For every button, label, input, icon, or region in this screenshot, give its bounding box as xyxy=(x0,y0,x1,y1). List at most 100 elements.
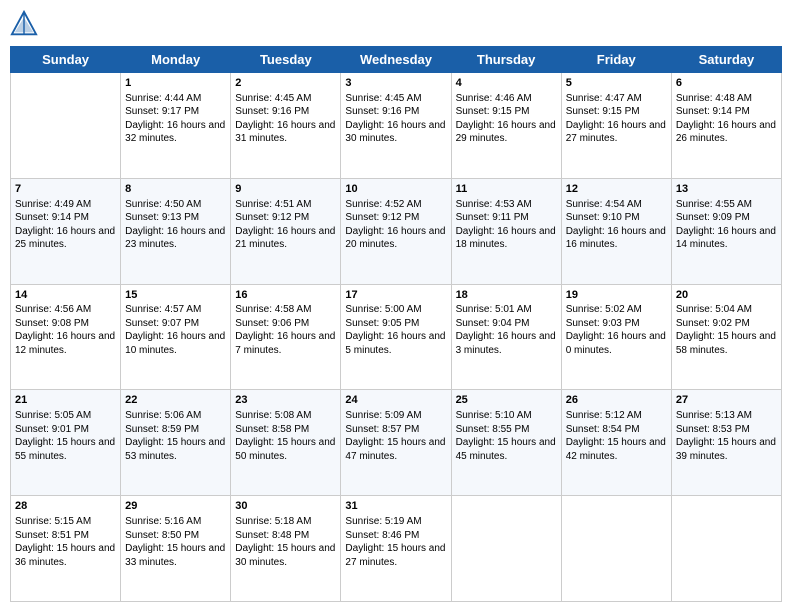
week-row-2: 7 Sunrise: 4:49 AM Sunset: 9:14 PM Daylight… xyxy=(11,178,782,284)
sunrise-text: Sunrise: 5:13 AM xyxy=(676,410,752,421)
day-number: 12 xyxy=(566,182,667,197)
sunrise-text: Sunrise: 5:05 AM xyxy=(15,410,91,421)
day-number: 11 xyxy=(456,182,557,197)
day-number: 30 xyxy=(235,499,336,514)
day-number: 20 xyxy=(676,288,777,303)
daylight-text: Daylight: 15 hours and 36 minutes. xyxy=(15,543,115,568)
sunrise-text: Sunrise: 4:56 AM xyxy=(15,304,91,315)
day-number: 17 xyxy=(345,288,446,303)
day-cell-19: 19Sunrise: 5:02 AMSunset: 9:03 PMDayligh… xyxy=(561,284,671,390)
day-cell-27: 27 Sunrise: 5:13 AM Sunset: 8:53 PM Dayligh… xyxy=(671,390,781,496)
day-number: 31 xyxy=(345,499,446,514)
day-number: 7 xyxy=(15,182,116,197)
sunset-text: Sunset: 8:57 PM xyxy=(345,424,419,435)
sunrise-text: Sunrise: 5:12 AM xyxy=(566,410,642,421)
day-number: 9 xyxy=(235,182,336,197)
day-cell-24: 24Sunrise: 5:09 AMSunset: 8:57 PMDayligh… xyxy=(341,390,451,496)
sunrise-text: Sunrise: 5:18 AM xyxy=(235,516,311,527)
sunrise-text: Sunrise: 5:08 AM xyxy=(235,410,311,421)
daylight-text: Daylight: 16 hours and 20 minutes. xyxy=(345,226,445,251)
daylight-text: Daylight: 16 hours and 0 minutes. xyxy=(566,331,666,356)
sunrise-text: Sunrise: 4:52 AM xyxy=(345,199,421,210)
sunrise-text: Sunrise: 5:10 AM xyxy=(456,410,532,421)
sunset-text: Sunset: 9:01 PM xyxy=(15,424,89,435)
day-cell-30: 30Sunrise: 5:18 AMSunset: 8:48 PMDayligh… xyxy=(231,496,341,602)
day-number: 26 xyxy=(566,393,667,408)
sunrise-text: Sunrise: 5:16 AM xyxy=(125,516,201,527)
daylight-text: Daylight: 16 hours and 30 minutes. xyxy=(345,120,445,145)
day-cell-18: 18Sunrise: 5:01 AMSunset: 9:04 PMDayligh… xyxy=(451,284,561,390)
daylight-text: Daylight: 15 hours and 42 minutes. xyxy=(566,437,666,462)
sunset-text: Sunset: 9:06 PM xyxy=(235,318,309,329)
day-number: 24 xyxy=(345,393,446,408)
daylight-text: Daylight: 15 hours and 30 minutes. xyxy=(235,543,335,568)
sunrise-text: Sunrise: 4:54 AM xyxy=(566,199,642,210)
daylight-text: Daylight: 16 hours and 29 minutes. xyxy=(456,120,556,145)
day-number: 27 xyxy=(676,393,777,408)
daylight-text: Daylight: 16 hours and 10 minutes. xyxy=(125,331,225,356)
day-cell-6: 6Sunrise: 4:48 AMSunset: 9:14 PMDaylight… xyxy=(671,73,781,179)
weekday-header-monday: Monday xyxy=(121,47,231,73)
day-cell-10: 10Sunrise: 4:52 AMSunset: 9:12 PMDayligh… xyxy=(341,178,451,284)
sunrise-text: Sunrise: 4:58 AM xyxy=(235,304,311,315)
daylight-text: Daylight: 15 hours and 53 minutes. xyxy=(125,437,225,462)
sunrise-text: Sunrise: 4:45 AM xyxy=(235,93,311,104)
sunset-text: Sunset: 8:53 PM xyxy=(676,424,750,435)
daylight-text: Daylight: 16 hours and 21 minutes. xyxy=(235,226,335,251)
daylight-text: Daylight: 16 hours and 7 minutes. xyxy=(235,331,335,356)
sunset-text: Sunset: 9:14 PM xyxy=(15,212,89,223)
sunrise-text: Sunrise: 4:44 AM xyxy=(125,93,201,104)
weekday-header-saturday: Saturday xyxy=(671,47,781,73)
day-cell-29: 29Sunrise: 5:16 AMSunset: 8:50 PMDayligh… xyxy=(121,496,231,602)
day-cell-11: 11Sunrise: 4:53 AMSunset: 9:11 PMDayligh… xyxy=(451,178,561,284)
day-number: 16 xyxy=(235,288,336,303)
sunrise-text: Sunrise: 4:48 AM xyxy=(676,93,752,104)
sunrise-text: Sunrise: 4:46 AM xyxy=(456,93,532,104)
sunrise-text: Sunrise: 5:09 AM xyxy=(345,410,421,421)
day-number: 13 xyxy=(676,182,777,197)
empty-cell xyxy=(671,496,781,602)
day-cell-15: 15Sunrise: 4:57 AMSunset: 9:07 PMDayligh… xyxy=(121,284,231,390)
daylight-text: Daylight: 16 hours and 25 minutes. xyxy=(15,226,115,251)
sunset-text: Sunset: 8:55 PM xyxy=(456,424,530,435)
sunrise-text: Sunrise: 4:55 AM xyxy=(676,199,752,210)
day-number: 1 xyxy=(125,76,226,91)
day-cell-25: 25Sunrise: 5:10 AMSunset: 8:55 PMDayligh… xyxy=(451,390,561,496)
day-cell-1: 1Sunrise: 4:44 AMSunset: 9:17 PMDaylight… xyxy=(121,73,231,179)
day-cell-21: 21Sunrise: 5:05 AMSunset: 9:01 PMDayligh… xyxy=(11,390,121,496)
sunrise-text: Sunrise: 4:51 AM xyxy=(235,199,311,210)
day-cell-28: 28Sunrise: 5:15 AMSunset: 8:51 PMDayligh… xyxy=(11,496,121,602)
daylight-text: Daylight: 16 hours and 23 minutes. xyxy=(125,226,225,251)
day-cell-23: 23Sunrise: 5:08 AMSunset: 8:58 PMDayligh… xyxy=(231,390,341,496)
sunset-text: Sunset: 9:05 PM xyxy=(345,318,419,329)
day-cell-5: 5Sunrise: 4:47 AMSunset: 9:15 PMDaylight… xyxy=(561,73,671,179)
daylight-text: Daylight: 16 hours and 14 minutes. xyxy=(676,226,776,251)
logo xyxy=(10,10,40,38)
sunset-text: Sunset: 9:14 PM xyxy=(676,106,750,117)
sunrise-text: Sunrise: 5:02 AM xyxy=(566,304,642,315)
day-cell-7: 7 Sunrise: 4:49 AM Sunset: 9:14 PM Daylight… xyxy=(11,178,121,284)
sunrise-text: Sunrise: 4:49 AM xyxy=(15,199,91,210)
sunrise-text: Sunrise: 4:45 AM xyxy=(345,93,421,104)
day-cell-4: 4Sunrise: 4:46 AMSunset: 9:15 PMDaylight… xyxy=(451,73,561,179)
sunset-text: Sunset: 8:59 PM xyxy=(125,424,199,435)
day-number: 3 xyxy=(345,76,446,91)
sunset-text: Sunset: 9:16 PM xyxy=(345,106,419,117)
day-number: 29 xyxy=(125,499,226,514)
sunset-text: Sunset: 9:02 PM xyxy=(676,318,750,329)
day-number: 21 xyxy=(15,393,116,408)
daylight-text: Daylight: 15 hours and 39 minutes. xyxy=(676,437,776,462)
day-number: 5 xyxy=(566,76,667,91)
day-number: 10 xyxy=(345,182,446,197)
daylight-text: Daylight: 16 hours and 31 minutes. xyxy=(235,120,335,145)
sunrise-text: Sunrise: 5:01 AM xyxy=(456,304,532,315)
sunset-text: Sunset: 9:07 PM xyxy=(125,318,199,329)
day-cell-20: 20Sunrise: 5:04 AMSunset: 9:02 PMDayligh… xyxy=(671,284,781,390)
day-cell-12: 12Sunrise: 4:54 AMSunset: 9:10 PMDayligh… xyxy=(561,178,671,284)
daylight-text: Daylight: 15 hours and 58 minutes. xyxy=(676,331,776,356)
sunset-text: Sunset: 9:15 PM xyxy=(566,106,640,117)
sunset-text: Sunset: 9:04 PM xyxy=(456,318,530,329)
day-number: 18 xyxy=(456,288,557,303)
day-number: 2 xyxy=(235,76,336,91)
sunrise-text: Sunrise: 5:15 AM xyxy=(15,516,91,527)
